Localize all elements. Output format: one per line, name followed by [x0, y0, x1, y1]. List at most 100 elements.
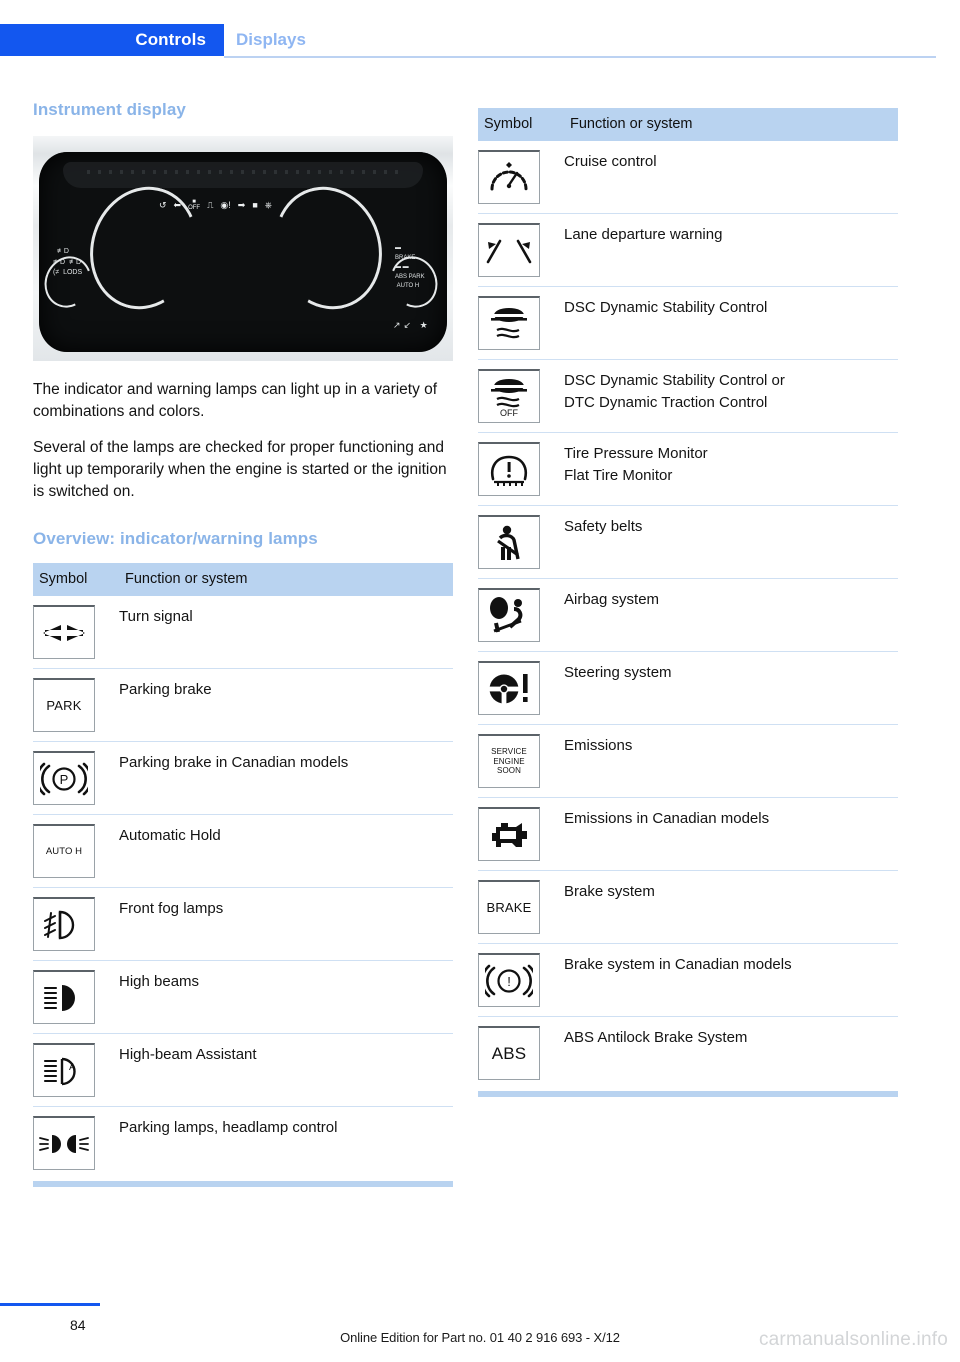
table-row: PARK Parking brake — [33, 668, 453, 742]
table-row: P Parking brake in Canadian models — [33, 741, 453, 815]
table-row: ! Brake system in Canadian models — [478, 943, 898, 1017]
function-label: Parking brake in Canadian models — [119, 741, 453, 815]
recirculation-icon: ↺ — [159, 199, 167, 210]
svg-text:!: ! — [507, 974, 511, 989]
cluster-body: ↺ ⬅ ■ OFF ⎍ ◉! ➡ ■ ⎈ ≢D ≢D ≢D (≠ LODS ▬ BR… — [36, 152, 447, 352]
function-label: Front fog lamps — [119, 887, 453, 961]
symbol-cell — [478, 286, 564, 360]
brake-warning-icon: ! — [478, 953, 540, 1007]
table-row: Safety belts — [478, 505, 898, 579]
svg-text:P: P — [60, 772, 69, 787]
right-table-end-band — [478, 1091, 898, 1097]
table-header-row: Symbol Function or system — [478, 108, 898, 141]
function-label: Brake system in Canadian models — [564, 943, 898, 1017]
function-label: Automatic Hold — [119, 814, 453, 888]
tab-controls[interactable]: Controls — [0, 24, 224, 56]
table-row: Cruise control — [478, 141, 898, 214]
table-row: Lane departure warning — [478, 213, 898, 287]
cluster-hood — [63, 162, 423, 188]
svg-text:A: A — [69, 1062, 76, 1073]
symbol-cell: A — [33, 1033, 119, 1107]
symbol-cell — [478, 578, 564, 652]
dsc-off-icon: OFF — [478, 369, 540, 423]
table-row: Turn signal — [33, 596, 453, 669]
table-row: Airbag system — [478, 578, 898, 652]
abs-text-icon: ABS — [478, 1026, 540, 1080]
park-text-icon: PARK — [33, 678, 95, 732]
symbol-cell: ABS — [478, 1016, 564, 1089]
symbol-cell — [478, 651, 564, 725]
steering-system-icon — [478, 661, 540, 715]
table-row: Steering system — [478, 651, 898, 725]
function-label: Cruise control — [564, 153, 657, 170]
symbol-cell — [478, 141, 564, 214]
symbol-cell — [478, 432, 564, 506]
right-column: Symbol Function or system Cruise control… — [478, 108, 898, 1097]
footer-rule — [0, 1303, 100, 1306]
tab-displays-label: Displays — [236, 30, 306, 49]
table-row: High beams — [33, 960, 453, 1034]
brake-text-icon: BRAKE — [478, 880, 540, 934]
table-row: ABS ABS Antilock Brake System — [478, 1016, 898, 1089]
table-row: Tire Pressure Monitor Flat Tire Monitor — [478, 432, 898, 506]
function-label: Parking brake — [119, 668, 453, 742]
function-label: DSC Dynamic Stability Control or DTC Dyna… — [564, 359, 898, 433]
page-title: Instrument display — [33, 100, 186, 119]
symbol-cell — [33, 596, 119, 669]
airbag-icon — [478, 588, 540, 642]
power-teller-icon: ⎈ — [264, 199, 272, 210]
svg-text:OFF: OFF — [500, 408, 518, 417]
table-row: Parking lamps, headlamp control — [33, 1106, 453, 1179]
car-teller-icon: ⎍ — [207, 199, 214, 210]
symbol-cell — [478, 797, 564, 871]
parking-brake-p-icon: P — [33, 751, 95, 805]
table-row: SERVICE ENGINE SOON Emissions — [478, 724, 898, 798]
symbol-cell — [478, 505, 564, 579]
table-row: Emissions in Canadian models — [478, 797, 898, 871]
intro-paragraph-2: Several of the lamps are checked for pro… — [33, 439, 447, 500]
symbol-cell: AUTO H — [33, 814, 119, 888]
function-label: Steering system — [564, 651, 898, 725]
right-lamps-table: Symbol Function or system Cruise control… — [478, 108, 898, 1089]
overview-heading: Overview: indicator/warning lamps — [33, 529, 318, 548]
left-column: Instrument display ↺ ⬅ ■ OFF ⎍ ◉! ➡ ■ ⎈ ≢… — [33, 100, 453, 1187]
tab-displays[interactable]: Displays — [236, 24, 306, 56]
right-turn-arrow-icon: ➡ — [237, 199, 246, 210]
function-label: High-beam Assistant — [119, 1033, 453, 1107]
symbol-cell: OFF — [478, 359, 564, 433]
table-header-row: Symbol Function or system — [33, 563, 453, 596]
table-row: DSC Dynamic Stability Control — [478, 286, 898, 360]
table-row: AUTO H Automatic Hold — [33, 814, 453, 888]
cluster-left-tellers: ≢D ≢D ≢D (≠ LODS — [53, 248, 83, 276]
right-table-body: Cruise control Lane departure warning DSC … — [478, 141, 898, 1089]
function-label: ABS Antilock Brake System — [564, 1016, 898, 1089]
left-table-end-band — [33, 1181, 453, 1187]
front-fog-lamp-icon — [33, 897, 95, 951]
function-label: Parking lamps, headlamp control — [119, 1106, 453, 1179]
dsc-off-teller-icon: ■ OFF — [188, 199, 201, 211]
high-beam-icon — [33, 970, 95, 1024]
steering-teller-icon: ◉! — [220, 199, 231, 210]
cruise-control-icon — [478, 150, 540, 204]
table-row: OFF DSC Dynamic Stability Control or DTC D… — [478, 359, 898, 433]
service-engine-soon-icon: SERVICE ENGINE SOON — [478, 734, 540, 788]
function-label: Brake system — [564, 870, 898, 944]
symbol-cell: ! — [478, 943, 564, 1017]
column-header-function: Function or system — [119, 563, 453, 596]
function-label: Emissions in Canadian models — [564, 797, 898, 871]
check-engine-icon — [478, 807, 540, 861]
safety-belt-icon — [478, 515, 540, 569]
symbol-cell: BRAKE — [478, 870, 564, 944]
symbol-cell — [478, 213, 564, 287]
symbol-cell: PARK — [33, 668, 119, 742]
function-label: Tire Pressure Monitor Flat Tire Monitor — [564, 432, 898, 506]
symbol-cell — [33, 960, 119, 1034]
turn-signal-icon — [33, 605, 95, 659]
function-label: Lane departure warning — [564, 213, 898, 287]
symbol-cell — [33, 887, 119, 961]
table-row: Front fog lamps — [33, 887, 453, 961]
auto-hold-icon: AUTO H — [33, 824, 95, 878]
function-label: Emissions — [564, 724, 898, 798]
dsc-icon — [478, 296, 540, 350]
tab-controls-label: Controls — [135, 30, 206, 49]
